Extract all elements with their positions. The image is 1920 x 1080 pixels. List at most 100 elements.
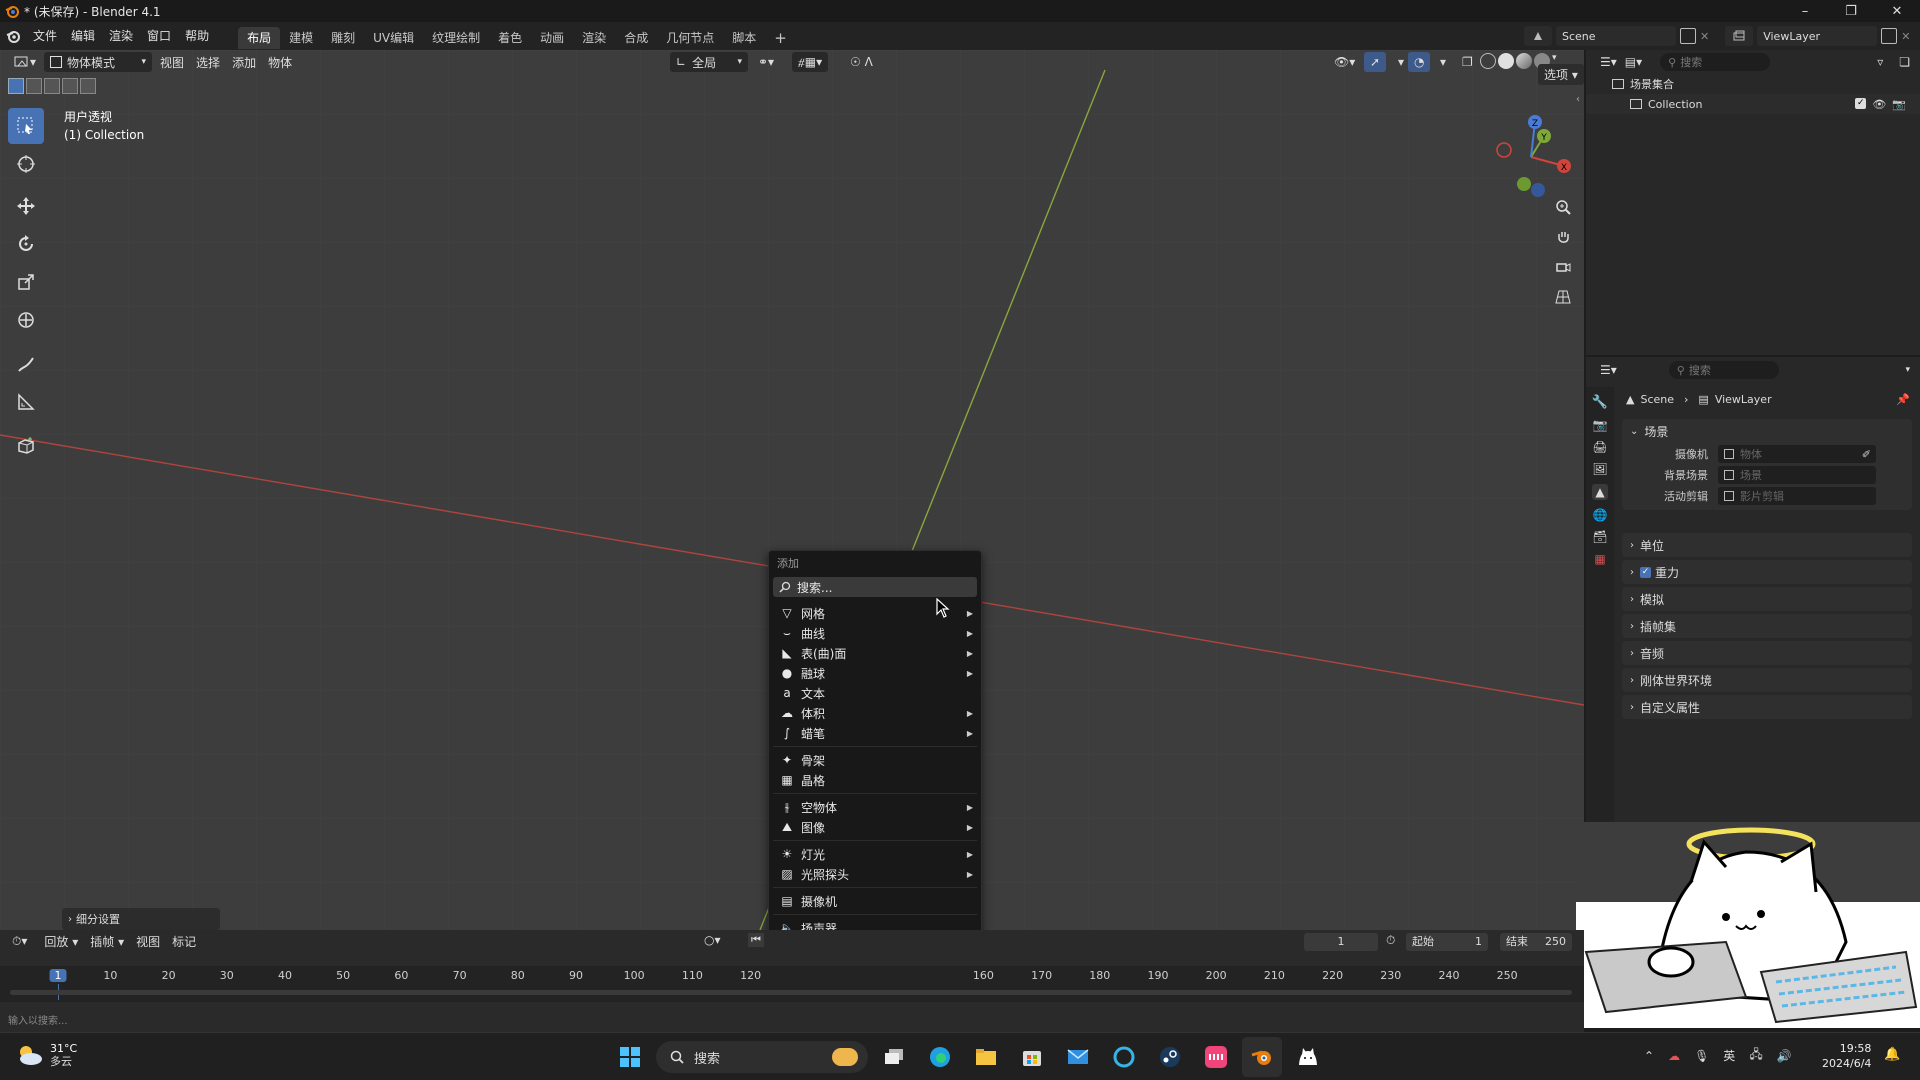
subpanel-header[interactable]: › 单位 (1622, 533, 1912, 557)
exclude-checkbox-icon[interactable]: ✓ (1855, 97, 1867, 109)
tab-sculpting[interactable]: 雕刻 (322, 27, 364, 49)
tab-rendering[interactable]: 渲染 (573, 27, 615, 49)
jump-start-icon[interactable]: ⏮ (748, 933, 764, 947)
sidebar-collapse-icon[interactable]: ‹ (1576, 94, 1580, 105)
add-cube-tool-icon[interactable] (8, 428, 44, 464)
annotate-tool-icon[interactable] (8, 346, 44, 382)
subpanel-header[interactable]: › 模拟 (1622, 587, 1912, 611)
view-layer-selector[interactable]: ViewLayer (1757, 26, 1878, 46)
select-invert-icon[interactable] (62, 78, 78, 94)
volume-icon[interactable]: 🔊 (1777, 1049, 1792, 1063)
menu-file[interactable]: 文件 (26, 22, 64, 50)
wireframe-shading-icon[interactable] (1480, 53, 1496, 69)
rotate-tool-icon[interactable] (8, 226, 44, 262)
timeline-editor-type-icon[interactable]: ⏱▾ (12, 934, 27, 949)
current-frame-field[interactable]: 1 (1304, 933, 1378, 951)
overlay-dropdown-icon[interactable]: ▾ (1434, 52, 1452, 72)
steam-icon[interactable] (1150, 1037, 1190, 1077)
subpanel-header[interactable]: › 刚体世界环境 (1622, 668, 1912, 692)
auto-key-icon[interactable]: ○▾ (704, 933, 721, 947)
add-menu-item[interactable]: a 文本 (769, 683, 981, 703)
menu-search-field[interactable]: 搜索... (773, 577, 977, 597)
last-operator-panel[interactable]: › 细分设置 (62, 908, 220, 930)
task-view-icon[interactable] (874, 1037, 914, 1077)
delete-view-layer-icon[interactable]: ✕ (1901, 30, 1910, 43)
material-shading-icon[interactable] (1516, 53, 1532, 69)
timeline-scrollbar[interactable] (10, 990, 1572, 995)
options-button[interactable]: 选项 ▾ (1538, 64, 1584, 85)
pink-app-icon[interactable] (1196, 1037, 1236, 1077)
pivot-point-icon[interactable]: ⚭▾ (752, 52, 780, 72)
blender-app-icon[interactable] (1242, 1037, 1282, 1077)
tab-compositing[interactable]: 合成 (615, 27, 657, 49)
tray-overflow-icon[interactable]: ⌃ (1644, 1049, 1654, 1063)
weather-widget[interactable]: 31°C 多云 (16, 1042, 77, 1068)
end-frame-field[interactable]: 结束 250 (1500, 933, 1572, 951)
add-menu-item[interactable]: ▦ 晶格 (769, 770, 981, 790)
mode-dropdown[interactable]: 物体模式 ▾ (44, 52, 153, 72)
select-subtract-icon[interactable] (44, 78, 60, 94)
add-menu-item[interactable]: ☀ 灯光 ▶ (769, 844, 981, 864)
new-view-layer-icon[interactable] (1881, 28, 1898, 44)
properties-editor-type-icon[interactable]: ☰▾ (1600, 363, 1617, 377)
move-tool-icon[interactable] (8, 188, 44, 224)
gravity-checkbox[interactable]: ✓ (1640, 566, 1651, 578)
tab-shading[interactable]: 着色 (489, 27, 531, 49)
tab-layout[interactable]: 布局 (238, 26, 281, 49)
display-mode-icon[interactable]: ▤▾ (1625, 55, 1642, 69)
tray-cloud-icon[interactable]: ☁ (1668, 1049, 1680, 1063)
scene-panel-header[interactable]: ⌄ 场景 (1622, 419, 1912, 443)
scene-icon[interactable] (1524, 26, 1552, 46)
render-tab-icon[interactable]: 📷 (1593, 418, 1608, 432)
file-explorer-icon[interactable] (966, 1037, 1006, 1077)
blender-menu-icon[interactable] (0, 28, 26, 44)
gizmo-toggle-icon[interactable]: ➚ (1364, 52, 1387, 72)
tab-geometry-nodes[interactable]: 几何节点 (657, 27, 723, 49)
view-layer-tab-icon[interactable]: 🖼 (1592, 462, 1607, 476)
new-scene-icon[interactable] (1680, 28, 1696, 44)
menu-object[interactable]: 物体 (262, 52, 298, 72)
property-field[interactable]: 影片剪辑 (1718, 487, 1876, 505)
menu-view[interactable]: 视图 (154, 52, 190, 72)
collection-tab-icon[interactable]: 🗃 (1592, 530, 1607, 544)
ime-indicator[interactable]: 英 (1723, 1047, 1735, 1064)
proportional-edit-icon[interactable]: ☉ Λ (844, 52, 879, 72)
mail-icon[interactable] (1058, 1037, 1098, 1077)
pan-hand-icon[interactable] (1550, 224, 1576, 250)
navigation-gizmo[interactable]: X Y Z (1488, 112, 1574, 198)
taskbar-search-box[interactable]: 搜索 (656, 1041, 868, 1073)
cursor-tool-icon[interactable] (8, 146, 44, 182)
subpanel-header[interactable]: › 音频 (1622, 641, 1912, 665)
property-field[interactable]: 物体 ✐ (1718, 445, 1876, 463)
tab-scripting[interactable]: 脚本 (723, 27, 765, 49)
zoom-icon[interactable] (1550, 194, 1576, 220)
select-box-tool-icon[interactable] (8, 108, 44, 144)
start-menu-icon[interactable] (610, 1037, 650, 1077)
subpanel-header[interactable]: › ✓ 重力 (1622, 560, 1912, 584)
editor-type-icon[interactable]: ▾ (8, 52, 42, 72)
minimize-button[interactable]: – (1782, 0, 1828, 22)
tab-texture-paint[interactable]: 纹理绘制 (423, 27, 489, 49)
menu-keying[interactable]: 插帧 ▾ (85, 933, 129, 950)
subpanel-header[interactable]: › 插帧集 (1622, 614, 1912, 638)
outliner-collection-row[interactable]: Collection ✓ 👁 📷 (1586, 94, 1920, 114)
scene-tab-icon[interactable]: ▲ (1592, 484, 1608, 500)
add-menu-item[interactable]: ☁ 体积 ▶ (769, 703, 981, 723)
select-extend-icon[interactable] (26, 78, 42, 94)
close-button[interactable]: ✕ (1874, 0, 1920, 22)
ms-store-icon[interactable] (1012, 1037, 1052, 1077)
snap-toggle-icon[interactable]: ⧣▦▾ (792, 52, 829, 72)
cat-app-icon[interactable] (1288, 1037, 1328, 1077)
tool-tab-icon[interactable]: 🔧 (1592, 395, 1608, 410)
microphone-icon[interactable]: 🎙 (1694, 1049, 1709, 1063)
select-intersect-icon[interactable] (80, 78, 96, 94)
add-menu-item[interactable]: ∫ 蜡笔 ▶ (769, 723, 981, 743)
menu-playback[interactable]: 回放 ▾ (39, 933, 83, 950)
properties-options-icon[interactable]: ▾ (1905, 365, 1910, 375)
menu-edit[interactable]: 编辑 (64, 22, 102, 50)
view-layer-icon[interactable] (1725, 26, 1754, 46)
outliner-search-input[interactable]: ⚲ 搜索 (1660, 53, 1771, 71)
add-menu-item[interactable]: ⌣ 曲线 ▶ (769, 623, 981, 643)
perspective-toggle-icon[interactable] (1550, 284, 1576, 310)
add-menu-item[interactable]: ⛰ 图像 ▶ (769, 817, 981, 837)
